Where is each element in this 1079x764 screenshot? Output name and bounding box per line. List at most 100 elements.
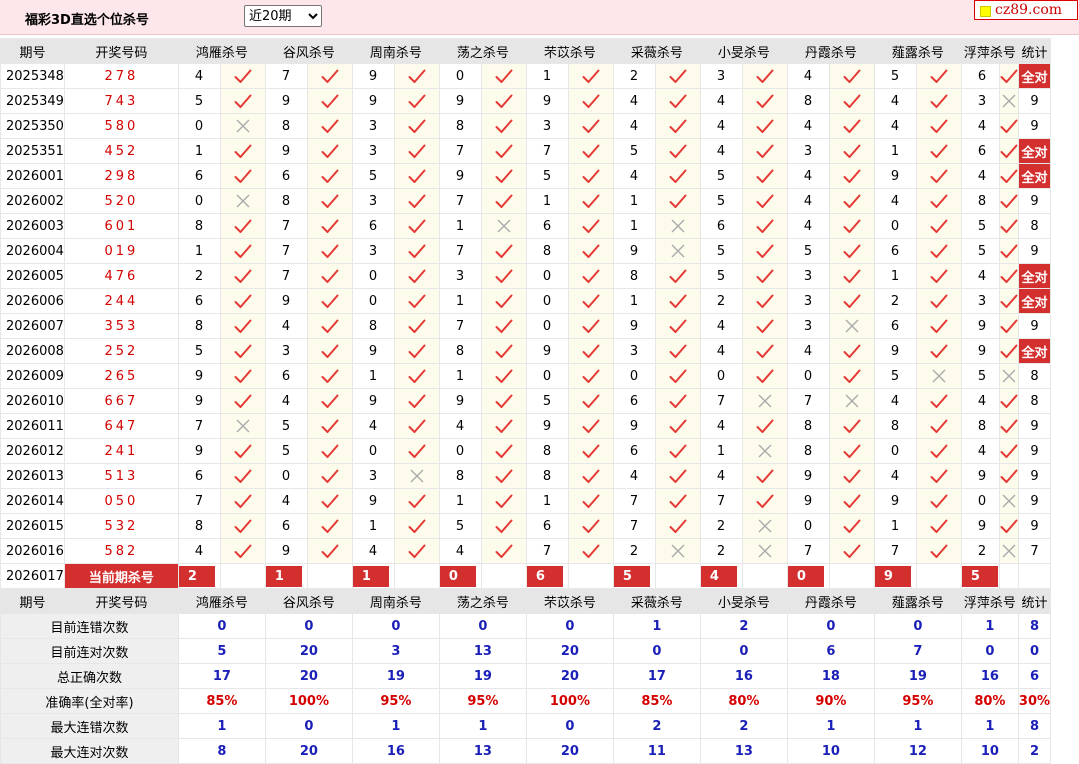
kill-number-cell: 7: [177, 488, 221, 514]
check-icon: [843, 69, 861, 83]
kill-number-cell: 9: [177, 363, 221, 389]
kill-number-cell: 9: [264, 138, 308, 164]
result-cell: [219, 538, 266, 564]
winning-number-cell: 278: [63, 63, 179, 89]
check-icon: [495, 94, 513, 108]
column-header-expert: 周南杀号: [351, 588, 440, 614]
kill-number-cell: 8: [177, 313, 221, 339]
kill-number-cell: 9: [351, 338, 395, 364]
check-icon: [495, 294, 513, 308]
check-icon: [582, 69, 600, 83]
stats-value: 1: [438, 713, 527, 739]
column-header-expert: 谷风杀号: [264, 588, 353, 614]
result-cell: [567, 263, 614, 289]
kill-number-cell: 3: [351, 138, 395, 164]
kill-number-cell: 7: [264, 63, 308, 89]
result-cell: [654, 388, 701, 414]
result-cell: [741, 113, 788, 139]
check-icon: [495, 269, 513, 283]
column-header-expert: 谷风杀号: [264, 38, 353, 64]
result-cell: [306, 438, 353, 464]
stats-value: 13: [699, 738, 788, 764]
result-cell: [393, 538, 440, 564]
check-icon: [1000, 244, 1018, 258]
result-cell: [828, 363, 875, 389]
current-blank-cell: [915, 563, 962, 589]
all-correct-badge: 全对: [1017, 163, 1052, 189]
stats-value: 0: [960, 638, 1019, 664]
kill-number-cell: 1: [699, 438, 743, 464]
stats-value: 19: [351, 663, 440, 689]
kill-number-cell: 0: [177, 188, 221, 214]
check-icon: [234, 369, 252, 383]
kill-number-cell: 5: [960, 238, 1000, 264]
check-icon: [1000, 344, 1018, 358]
current-blank-cell: [306, 563, 353, 589]
check-icon: [582, 544, 600, 558]
kill-number-cell: 3: [351, 463, 395, 489]
result-cell: [654, 363, 701, 389]
stats-value: 16: [960, 663, 1019, 689]
check-icon: [756, 294, 774, 308]
period-cell: 2026005: [0, 263, 65, 289]
kill-number-cell: 7: [786, 538, 830, 564]
kill-number-cell: 9: [612, 238, 656, 264]
check-icon: [756, 269, 774, 283]
stats-value: 2: [699, 713, 788, 739]
kill-number-cell: 6: [960, 138, 1000, 164]
site-logo[interactable]: cz89.com: [974, 0, 1078, 20]
kill-number-cell: 4: [873, 113, 917, 139]
kill-number-cell: 4: [612, 113, 656, 139]
cross-icon: [845, 394, 859, 408]
kill-number-cell: 0: [438, 63, 482, 89]
check-icon: [582, 444, 600, 458]
period-cell: 2026001: [0, 163, 65, 189]
period-range-select[interactable]: 近20期: [244, 5, 322, 27]
result-cell: [306, 463, 353, 489]
check-icon: [843, 344, 861, 358]
kill-number-cell: 2: [699, 513, 743, 539]
result-cell: [654, 263, 701, 289]
kill-number-cell: 4: [786, 213, 830, 239]
check-icon: [843, 519, 861, 533]
row-stat-cell: 9: [1017, 413, 1052, 439]
period-cell: 2025350: [0, 113, 65, 139]
result-cell: [828, 63, 875, 89]
result-cell: [306, 538, 353, 564]
result-cell: [998, 338, 1019, 364]
check-icon: [756, 344, 774, 358]
result-cell: [306, 488, 353, 514]
kill-number-cell: 6: [873, 238, 917, 264]
check-icon: [1000, 319, 1018, 333]
column-header-expert: 鸿雁杀号: [177, 588, 266, 614]
period-cell: 2026013: [0, 463, 65, 489]
kill-number-cell: 6: [351, 213, 395, 239]
result-cell: [654, 163, 701, 189]
kill-number-cell: 5: [177, 338, 221, 364]
result-cell: [306, 363, 353, 389]
row-stat-cell: 7: [1017, 538, 1052, 564]
check-icon: [321, 469, 339, 483]
kill-number-cell: 4: [960, 263, 1000, 289]
check-icon: [234, 169, 252, 183]
kill-number-cell: 0: [786, 513, 830, 539]
table-row: 2026011 647 7 5 4 4 9 9 4 8 8 8 9: [0, 413, 1052, 439]
result-cell: [393, 188, 440, 214]
check-icon: [1000, 294, 1018, 308]
check-icon: [930, 519, 948, 533]
period-cell: 2026014: [0, 488, 65, 514]
table-row: 2026013 513 6 0 3 8 8 4 4 9 4 9 9: [0, 463, 1052, 489]
check-icon: [669, 419, 687, 433]
check-icon: [321, 294, 339, 308]
result-cell: [219, 238, 266, 264]
kill-number-cell: 8: [351, 313, 395, 339]
result-cell: [219, 288, 266, 314]
result-cell: [306, 188, 353, 214]
result-cell: [741, 313, 788, 339]
kill-number-cell: 4: [699, 88, 743, 114]
kill-number-cell: 9: [873, 488, 917, 514]
check-icon: [408, 269, 426, 283]
check-icon: [1000, 519, 1018, 533]
check-icon: [408, 194, 426, 208]
result-cell: [567, 163, 614, 189]
